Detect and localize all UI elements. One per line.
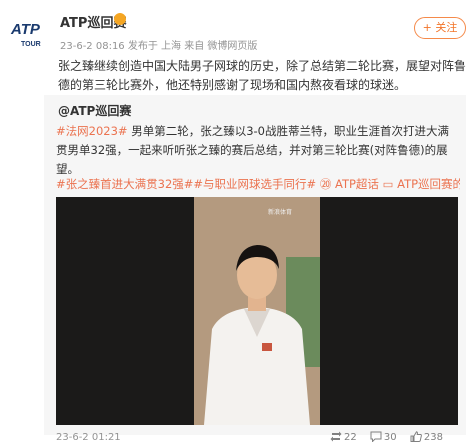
video-player[interactable]: 新浪体育 bbox=[56, 197, 458, 425]
repost-count: 22 bbox=[344, 432, 357, 443]
player-figure bbox=[194, 197, 320, 425]
post-meta: 23-6-2 08:16 发布于 上海 来自 微博网页版 bbox=[60, 41, 258, 52]
comment-icon bbox=[370, 431, 382, 443]
repost-tags[interactable]: #张之臻首进大满贯32强##与职业网球选手同行# ⑳ ATP超话 ▭ ATP巡回… bbox=[56, 175, 460, 193]
repost-stats: 22 30 238 bbox=[320, 431, 443, 443]
avatar-sub-text: TOUR bbox=[21, 41, 41, 48]
repost-time: 23-6-2 01:21 bbox=[56, 432, 121, 443]
follow-button[interactable]: + 关注 bbox=[414, 17, 466, 39]
like-icon bbox=[410, 431, 422, 442]
like-count: 238 bbox=[423, 432, 443, 443]
repost-text: #法网2023# 男单第二轮，张之臻以3-0战胜蒂兰特，职业生涯首次打进大满贯男… bbox=[56, 122, 454, 179]
post-text: 张之臻继续创造中国大陆男子网球的历史，除了总结第二轮比赛，展望对阵鲁德的第三轮比… bbox=[58, 59, 467, 92]
avatar-logo-text: ATP bbox=[10, 21, 41, 38]
repost-count-button[interactable]: 22 bbox=[330, 431, 357, 443]
hashtag-link[interactable]: #法网2023# bbox=[56, 124, 128, 138]
video-frame: 新浪体育 bbox=[194, 197, 320, 425]
repost-icon bbox=[330, 431, 342, 442]
like-count-button[interactable]: 238 bbox=[410, 431, 443, 443]
vip-badge-icon bbox=[114, 13, 126, 25]
repost-card[interactable]: @ATP巡回赛 #法网2023# 男单第二轮，张之臻以3-0战胜蒂兰特，职业生涯… bbox=[44, 95, 466, 435]
repost-author[interactable]: @ATP巡回赛 bbox=[58, 102, 131, 119]
post-header: ATP TOUR ATP巡回赛 23-6-2 08:16 发布于 上海 来自 微… bbox=[0, 0, 474, 52]
atp-tour-avatar[interactable]: ATP TOUR bbox=[8, 12, 52, 52]
video-watermark: 新浪体育 bbox=[268, 209, 293, 216]
repost-footer: 23-6-2 01:21 22 30 238 bbox=[0, 428, 474, 448]
comment-count-button[interactable]: 30 bbox=[370, 431, 397, 443]
comment-count: 30 bbox=[383, 432, 397, 443]
